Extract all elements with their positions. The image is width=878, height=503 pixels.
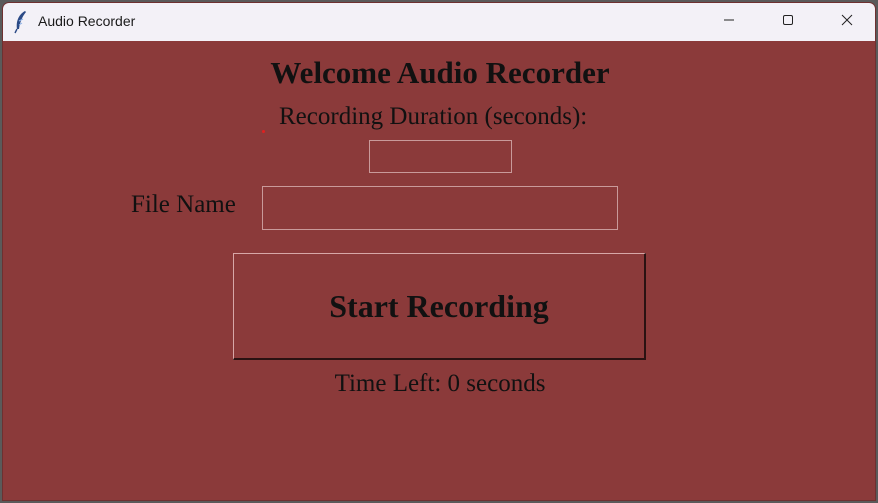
feather-icon — [13, 10, 29, 34]
file-name-input[interactable] — [262, 186, 618, 230]
start-recording-button[interactable]: Start Recording — [233, 253, 646, 360]
app-window: Audio Recorder Welcome Audio Recorder Re… — [2, 2, 876, 501]
minimize-button[interactable] — [700, 3, 758, 41]
duration-input[interactable] — [369, 140, 512, 173]
maximize-icon — [782, 13, 794, 31]
duration-label: Recording Duration (seconds): — [279, 103, 588, 130]
window-title: Audio Recorder — [38, 13, 136, 29]
page-title: Welcome Audio Recorder — [270, 55, 610, 90]
file-name-label: File Name — [131, 191, 236, 218]
indicator-dot — [262, 130, 265, 133]
maximize-button[interactable] — [759, 3, 817, 41]
close-button[interactable] — [818, 3, 875, 41]
main-content: Welcome Audio Recorder Recording Duratio… — [3, 41, 875, 500]
title-bar[interactable]: Audio Recorder — [3, 3, 875, 41]
time-left-label: Time Left: 0 seconds — [334, 370, 546, 397]
close-icon — [841, 13, 853, 31]
minimize-icon — [723, 13, 735, 31]
